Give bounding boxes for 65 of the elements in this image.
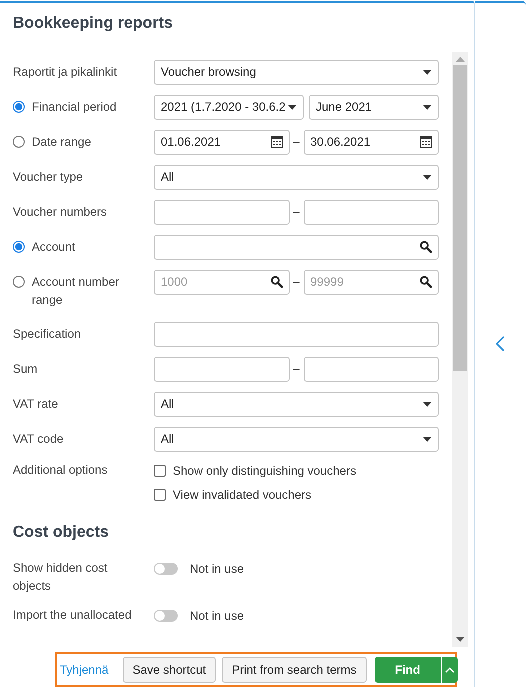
field-label: Account number range: [32, 274, 120, 309]
field-label: Import the unallocated: [13, 606, 132, 624]
dropdown-caret-icon: [288, 104, 297, 110]
range-dash: –: [292, 275, 301, 290]
input-field[interactable]: [154, 200, 290, 225]
clear-link[interactable]: Tyhjennä: [60, 662, 109, 677]
input-field[interactable]: [154, 356, 290, 382]
radio-button[interactable]: [13, 276, 25, 288]
field-label: Sum: [13, 360, 38, 378]
field-label: Financial period: [32, 98, 117, 116]
radio-button[interactable]: [13, 100, 25, 113]
search-icon[interactable]: [270, 276, 282, 288]
field-label: Date range: [32, 134, 92, 151]
scroll-up-icon[interactable]: [456, 56, 464, 62]
toggle-switch[interactable]: [154, 610, 178, 622]
dropdown-caret-icon: [423, 174, 432, 180]
field-label: Voucher type: [13, 168, 84, 186]
collapse-chevron-icon[interactable]: [496, 336, 505, 352]
scroll-down-icon[interactable]: [456, 637, 464, 642]
field-label: Voucher numbers: [13, 204, 108, 221]
search-icon[interactable]: [420, 276, 432, 288]
range-dash: –: [292, 362, 301, 376]
field-label: Account: [32, 238, 76, 256]
dropdown-caret-icon: [423, 436, 432, 442]
input-field[interactable]: [304, 200, 439, 225]
toggle-state: Not in use: [190, 562, 244, 576]
panel-title: Bookkeeping reports: [13, 15, 174, 34]
calendar-icon[interactable]: [420, 136, 432, 148]
field-label: Additional options: [13, 462, 108, 479]
checkbox-label: Show only distinguishing vouchers: [173, 464, 356, 478]
range-dash: –: [292, 135, 301, 150]
field-label: VAT rate: [13, 396, 58, 413]
range-dash: –: [292, 205, 301, 220]
field-label: Specification: [13, 326, 82, 343]
dropdown-caret-icon: [423, 70, 432, 75]
date-field[interactable]: 01.06.2021: [154, 130, 290, 155]
date-field[interactable]: 30.06.2021: [304, 130, 439, 155]
toggle-state: Not in use: [190, 608, 244, 623]
section-heading: Cost objects: [13, 524, 110, 542]
dropdown[interactable]: Voucher browsing: [154, 60, 439, 85]
dropdown[interactable]: All: [154, 392, 439, 417]
field-label: Show hidden cost objects: [13, 560, 109, 595]
scrollbar[interactable]: [452, 52, 468, 648]
dropdown-caret-icon: [423, 104, 432, 110]
dropdown[interactable]: June 2021: [309, 94, 439, 120]
field-label: VAT code: [13, 430, 64, 448]
radio-button[interactable]: [13, 136, 25, 148]
dropdown-caret-icon: [423, 402, 432, 407]
dropdown[interactable]: 2021 (1.7.2020 - 30.6.2: [154, 94, 304, 120]
input-field[interactable]: [304, 356, 439, 382]
expand-up-icon[interactable]: [440, 656, 458, 683]
checkbox[interactable]: [154, 488, 166, 501]
dropdown[interactable]: All: [154, 164, 439, 190]
checkbox-label: View invalidated vouchers: [173, 488, 312, 502]
toggle-switch[interactable]: [154, 562, 178, 575]
dropdown[interactable]: All: [154, 426, 439, 452]
search-field[interactable]: [154, 234, 439, 260]
secondary-button[interactable]: Save shortcut: [122, 656, 216, 683]
checkbox[interactable]: [154, 464, 166, 477]
secondary-button[interactable]: Print from search terms: [222, 656, 367, 683]
field-label: Raportit ja pikalinkit: [13, 64, 118, 81]
search-icon[interactable]: [420, 241, 432, 254]
calendar-icon[interactable]: [270, 136, 282, 148]
input-field[interactable]: [154, 322, 439, 347]
radio-button[interactable]: [13, 240, 25, 253]
